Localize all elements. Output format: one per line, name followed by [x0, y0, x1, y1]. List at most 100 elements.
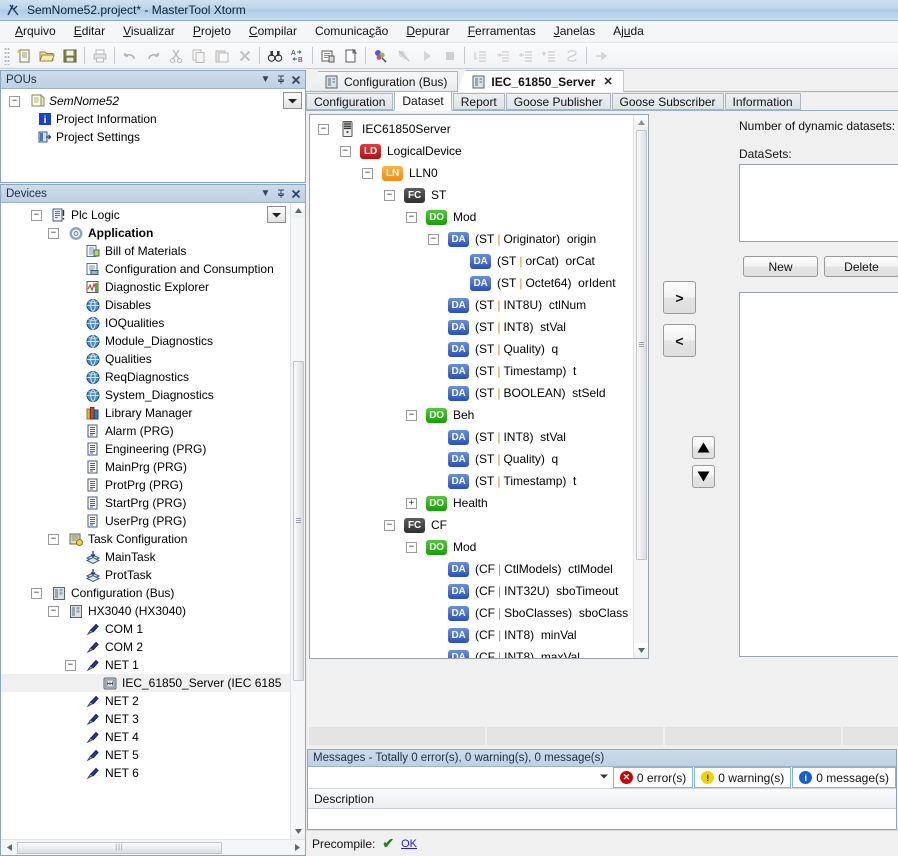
run-to-cursor-icon[interactable] [537, 45, 560, 67]
scroll-up-button[interactable] [290, 203, 305, 218]
dataset-tree-item[interactable]: DA (ST | Octet64) orIdent [310, 272, 630, 294]
devices-tree-item[interactable]: Configuration and Consumption [1, 260, 292, 278]
devices-tree-item[interactable]: − Configuration (Bus) [1, 584, 292, 602]
strip-cell[interactable] [309, 727, 485, 745]
paste-icon[interactable] [210, 45, 233, 67]
strip-cell[interactable] [487, 727, 663, 745]
dataset-tree-item[interactable]: − LN LLN0 [310, 162, 630, 184]
devices-tree-item[interactable]: − Task Configuration [1, 530, 292, 548]
dataset-tree-item[interactable]: DA (CF | INT8) minVal [310, 624, 630, 646]
set-next-statement-icon[interactable] [560, 45, 583, 67]
dataset-tree-item[interactable]: − IEC61850Server [310, 118, 630, 140]
expander-toggle[interactable]: − [362, 167, 373, 179]
devices-tree-item[interactable]: − HX3040 (HX3040) [1, 602, 292, 620]
cut-icon[interactable] [164, 45, 187, 67]
pous-tree-item[interactable]: Project Settings [1, 128, 305, 146]
step-over-icon[interactable] [468, 45, 491, 67]
scroll-left-button[interactable] [1, 840, 17, 855]
delete-icon[interactable] [233, 45, 256, 67]
dataset-tree-item[interactable]: DA (ST | INT8U) ctlNum [310, 294, 630, 316]
pous-tree-item[interactable]: − SemNome52 [1, 92, 305, 110]
stop-icon[interactable] [438, 45, 461, 67]
open-folder-icon[interactable] [35, 45, 58, 67]
dataset-tree-item[interactable]: DA (CF | CtlModels) ctlModel [310, 558, 630, 580]
dataset-tree-item[interactable]: DA (CF | SboClasses) sboClass [310, 602, 630, 624]
devices-tree-item[interactable]: ProtTask [1, 566, 292, 584]
login-icon[interactable] [369, 45, 392, 67]
devices-tree-item[interactable]: ReqDiagnostics [1, 368, 292, 386]
devices-tree-item[interactable]: Module_Diagnostics [1, 332, 292, 350]
devices-tree-item[interactable]: IOQualities [1, 314, 292, 332]
print-icon[interactable] [88, 45, 111, 67]
dataset-tree-item[interactable]: − FC ST [310, 184, 630, 206]
menu-editar[interactable]: Editar [65, 22, 114, 41]
devices-tree-item[interactable]: NET 2 [1, 692, 292, 710]
run-icon[interactable] [415, 45, 438, 67]
generate-code-icon[interactable] [339, 45, 362, 67]
close-icon[interactable] [288, 72, 303, 87]
dataset-tree-scrollbar[interactable] [633, 115, 648, 658]
devices-tree-item[interactable]: ProtPrg (PRG) [1, 476, 292, 494]
devices-tree-item[interactable]: UserPrg (PRG) [1, 512, 292, 530]
doc-tab-configuration-bus[interactable]: Configuration (Bus) [310, 71, 459, 92]
dataset-tree-item[interactable]: DA (CF | INT8) maxVal [310, 646, 630, 658]
scroll-right-button[interactable] [289, 840, 305, 855]
devices-vertical-scrollbar[interactable] [290, 203, 305, 839]
expander-toggle[interactable]: + [406, 497, 417, 509]
scroll-up-button[interactable] [633, 115, 648, 130]
save-icon[interactable] [58, 45, 81, 67]
next-arrow-icon[interactable] [590, 45, 613, 67]
dataset-tree-item[interactable]: DA (ST | Timestamp) t [310, 470, 630, 492]
menu-comunicacao[interactable]: Comunicação [306, 22, 397, 41]
expander-toggle[interactable]: − [9, 95, 20, 107]
scroll-down-button[interactable] [290, 824, 305, 839]
dataset-members-listbox[interactable] [739, 292, 898, 657]
messages-filter-combo[interactable] [308, 767, 612, 788]
close-icon[interactable]: ✕ [603, 75, 612, 88]
new-dataset-button[interactable]: New [743, 256, 818, 277]
sub-tab-report[interactable]: Report [452, 93, 505, 110]
devices-tree-item[interactable]: − NET 1 [1, 656, 292, 674]
devices-tree-item[interactable]: Qualities [1, 350, 292, 368]
devices-tree-item[interactable]: Library Manager [1, 404, 292, 422]
expander-toggle[interactable]: − [48, 605, 59, 617]
expander-toggle[interactable]: − [428, 233, 439, 245]
expander-toggle[interactable]: − [31, 587, 42, 599]
dataset-tree-item[interactable]: + DO Health [310, 492, 630, 514]
scroll-down-button[interactable] [633, 643, 648, 658]
pous-dropdown-button[interactable] [283, 92, 302, 109]
menu-compilar[interactable]: Compilar [240, 22, 306, 41]
precompile-status-link[interactable]: OK [401, 838, 417, 850]
menu-janelas[interactable]: Janelas [545, 22, 604, 41]
devices-tree-item[interactable]: MainTask [1, 548, 292, 566]
dataset-tree-item[interactable]: DA (ST | INT8) stVal [310, 426, 630, 448]
undo-icon[interactable] [118, 45, 141, 67]
step-out-icon[interactable] [514, 45, 537, 67]
dataset-tree-item[interactable]: − FC CF [310, 514, 630, 536]
error-count-button[interactable]: ✕ 0 error(s) [612, 767, 694, 788]
replace-icon[interactable]: AB [286, 45, 309, 67]
dataset-tree-item[interactable]: DA (ST | Quality) q [310, 338, 630, 360]
devices-tree-item[interactable]: COM 2 [1, 638, 292, 656]
sub-tab-goose-subscriber[interactable]: Goose Subscriber [611, 93, 724, 110]
devices-tree-item[interactable]: NET 4 [1, 728, 292, 746]
step-into-icon[interactable] [491, 45, 514, 67]
sub-tab-dataset[interactable]: Dataset [394, 91, 452, 111]
expander-toggle[interactable]: − [340, 145, 351, 157]
messages-list[interactable] [308, 809, 896, 829]
devices-tree-item[interactable]: Diagnostic Explorer [1, 278, 292, 296]
devices-tree-item[interactable]: NET 6 [1, 764, 292, 782]
devices-tree-item[interactable]: StartPrg (PRG) [1, 494, 292, 512]
devices-tree-item[interactable]: − Plc Logic [1, 206, 292, 224]
devices-tree-item[interactable]: Alarm (PRG) [1, 422, 292, 440]
dataset-tree-item[interactable]: DA (ST | Quality) q [310, 448, 630, 470]
scroll-thumb[interactable] [635, 130, 647, 560]
devices-horizontal-scrollbar[interactable]: ||| [1, 839, 305, 855]
warning-count-button[interactable]: ! 0 warning(s) [694, 767, 792, 788]
dataset-tree-item[interactable]: DA (ST | orCat) orCat [310, 250, 630, 272]
menu-ajuda[interactable]: Ajuda [604, 22, 653, 41]
devices-tree-item[interactable]: NET 5 [1, 746, 292, 764]
dataset-tree-item[interactable]: − DO Beh [310, 404, 630, 426]
sub-tab-configuration[interactable]: Configuration [306, 93, 394, 110]
devices-tree-item[interactable]: Disables [1, 296, 292, 314]
